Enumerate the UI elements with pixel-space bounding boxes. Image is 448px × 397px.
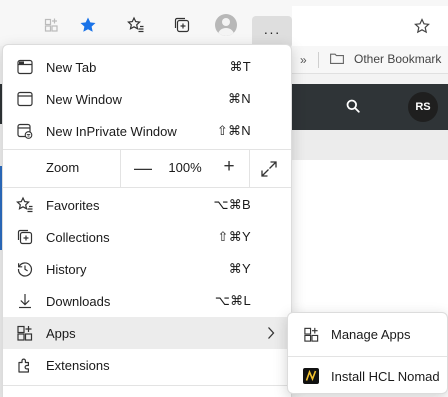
site-header: RS [292,84,448,130]
page-strip [292,130,448,160]
menu-item-shortcut: ⇧⌘Y [217,229,251,244]
menu-item-collections[interactable]: Collections ⇧⌘Y [3,221,291,253]
menu-item-label: Extensions [46,357,110,373]
menu-item-history[interactable]: History ⌘Y [3,253,291,285]
favorite-star-icon[interactable] [76,14,100,36]
submenu-item-manage-apps[interactable]: Manage Apps [288,317,447,351]
menu-item-label: Downloads [46,293,111,309]
menu-item-new-window[interactable]: New Window ⌘N [3,83,291,115]
fullscreen-icon[interactable] [259,159,279,179]
menu-item-label: New InPrivate Window [46,123,177,139]
search-icon[interactable] [346,99,360,113]
other-bookmarks-label[interactable]: Other Bookmark [354,52,441,66]
bookmarks-bar: » Other Bookmark [292,46,448,74]
bookmarks-divider [318,52,319,68]
more-icon: ··· [263,24,281,40]
submenu-item-label: Manage Apps [331,327,411,342]
menu-item-extensions[interactable]: Extensions [3,349,291,381]
extension-puzzle-icon[interactable] [40,14,64,36]
menu-divider [3,187,291,188]
submenu-divider [288,356,447,357]
submenu-item-label: Install HCL Nomad [331,369,440,384]
menu-item-favorites[interactable]: Favorites ⌥⌘B [3,189,291,221]
menu-item-label: New Window [46,91,122,107]
menu-item-new-inprivate-window[interactable]: New InPrivate Window ⇧⌘N [3,115,291,147]
menu-item-label: Favorites [46,197,100,213]
menu-divider [3,385,291,386]
menu-item-apps[interactable]: Apps [3,317,291,349]
menu-item-shortcut: ⌥⌘L [214,293,251,308]
profile-avatar[interactable] [214,14,238,36]
menu-item-label: New Tab [46,59,97,75]
menu-item-shortcut: ⌘T [229,59,251,74]
apps-icon [15,323,35,343]
menu-item-shortcut: ⌥⌘B [213,197,251,212]
bookmarks-overflow-icon[interactable]: » [300,53,307,67]
menu-item-label: Apps [46,325,76,341]
zoom-label: Zoom [46,160,80,175]
favorites-icon [15,195,35,215]
zoom-out-button[interactable]: — [133,158,153,178]
new-tab-icon [15,57,35,77]
chevron-right-icon [268,327,275,339]
menu-item-label: Collections [46,229,110,245]
menu-item-shortcut: ⇧⌘N [216,123,251,138]
new-window-icon [15,89,35,109]
inprivate-window-icon [15,121,35,141]
submenu-item-install-hcl-nomad[interactable]: Install HCL Nomad [288,359,447,393]
zoom-in-button[interactable]: + [219,156,239,177]
menu-item-shortcut: ⌘Y [228,261,251,276]
address-bar[interactable] [292,6,448,46]
menu-item-shortcut: ⌘N [228,91,251,106]
add-favorite-icon[interactable] [414,18,430,39]
collections-icon[interactable] [170,14,194,36]
folder-icon [330,53,344,64]
collections-icon [15,227,35,247]
apps-icon [302,325,320,343]
menu-item-new-tab[interactable]: New Tab ⌘T [3,51,291,83]
menu-item-label: History [46,261,87,277]
user-avatar[interactable]: RS [408,92,438,122]
history-icon [15,259,35,279]
zoom-controls: — 100% + [120,149,250,187]
extensions-icon [15,355,35,375]
avatar-icon [215,14,237,36]
menu-item-downloads[interactable]: Downloads ⌥⌘L [3,285,291,317]
zoom-level: 100% [168,160,202,175]
downloads-icon [15,291,35,311]
favorites-list-icon[interactable] [124,14,148,36]
zoom-row: Zoom — 100% + [3,149,291,187]
hcl-nomad-logo-icon [302,367,320,385]
settings-menu: New Tab ⌘T New Window ⌘N New InPrivate W… [2,44,292,397]
apps-submenu: Manage Apps Install HCL Nomad [287,312,448,394]
